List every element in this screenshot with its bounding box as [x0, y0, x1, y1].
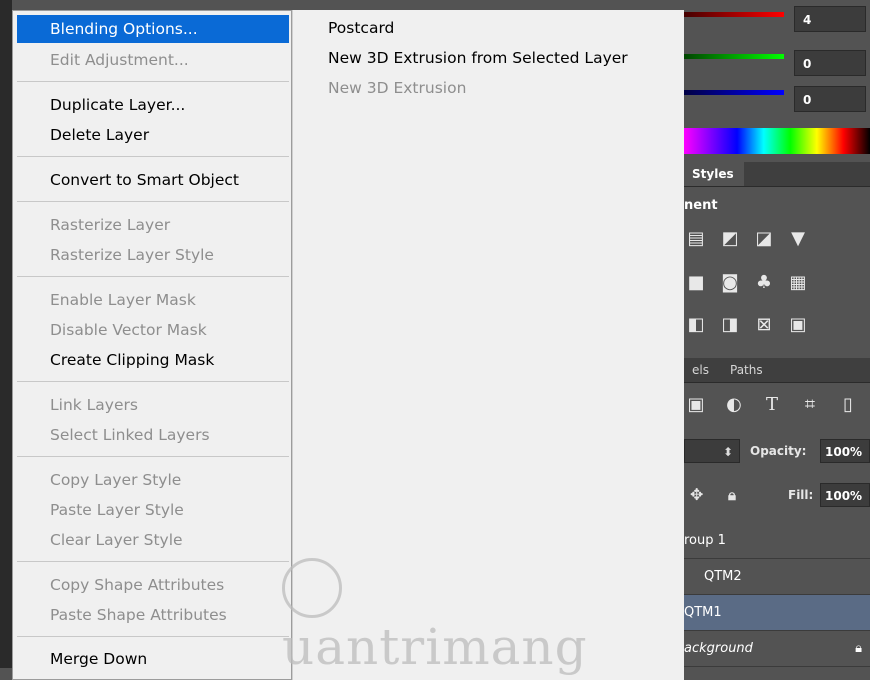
- layer-row-group-1[interactable]: roup 1: [684, 523, 870, 559]
- blend-mode-dropdown[interactable]: ⬍: [684, 439, 740, 463]
- color-lookup-icon[interactable]: ▦: [786, 272, 810, 294]
- menu-separator: [17, 456, 289, 457]
- layer-row-background[interactable]: ackground 🔒︎: [684, 631, 870, 667]
- menu-separator: [17, 276, 289, 277]
- fill-row: ✥ 🔒︎ Fill: 100%: [684, 481, 870, 509]
- adjustment-filter-icon[interactable]: ◐: [722, 394, 746, 416]
- adjustment-icons-row-2: ■ ◙ ♣ ▦: [684, 272, 810, 296]
- watermark: uantrimang: [282, 555, 622, 676]
- layer-filter-icons: ▣ ◐ T ⌗ ▯: [684, 394, 860, 418]
- layer-name: QTM1: [684, 605, 722, 620]
- layer-name: ackground: [684, 641, 753, 656]
- move-lock-icon[interactable]: ✥: [690, 481, 703, 509]
- menu-item-enable-layer-mask[interactable]: Enable Layer Mask: [17, 286, 289, 314]
- smart-object-filter-icon[interactable]: ▯: [836, 394, 860, 416]
- layer-row-qtm1[interactable]: QTM1: [684, 595, 870, 631]
- lightbulb-logo-icon: [282, 558, 342, 618]
- menu-item-merge-down[interactable]: Merge Down: [17, 645, 289, 673]
- lock-icon: 🔒︎: [855, 641, 862, 656]
- gradient-map-icon[interactable]: ▣: [786, 314, 810, 336]
- photo-filter-icon[interactable]: ◙: [718, 272, 742, 294]
- invert-icon[interactable]: ◧: [684, 314, 708, 336]
- menu-item-convert-smart-object[interactable]: Convert to Smart Object: [17, 166, 289, 194]
- menu-item-copy-shape-attributes[interactable]: Copy Shape Attributes: [17, 571, 289, 599]
- menu-item-disable-vector-mask[interactable]: Disable Vector Mask: [17, 316, 289, 344]
- red-slider-row: 4: [684, 0, 870, 32]
- layer-row-qtm2[interactable]: QTM2: [684, 559, 870, 595]
- opacity-row: ⬍ Opacity: 100%: [684, 437, 870, 465]
- menu-item-rasterize-layer[interactable]: Rasterize Layer: [17, 211, 289, 239]
- menu-item-paste-shape-attributes[interactable]: Paste Shape Attributes: [17, 601, 289, 629]
- exposure-icon[interactable]: ◪: [752, 228, 776, 250]
- green-slider-row: 0: [684, 40, 870, 76]
- green-value-field[interactable]: 0: [794, 50, 866, 76]
- watermark-text: uantrimang: [282, 618, 588, 676]
- menu-separator: [17, 561, 289, 562]
- channel-mixer-icon[interactable]: ♣: [752, 272, 776, 294]
- shape-filter-icon[interactable]: ⌗: [798, 394, 822, 416]
- type-filter-icon[interactable]: T: [760, 394, 784, 416]
- layer-context-menu: Blending Options... Edit Adjustment... D…: [12, 10, 292, 680]
- menu-item-postcard[interactable]: Postcard: [293, 14, 685, 42]
- posterize-icon[interactable]: ◨: [718, 314, 742, 336]
- color-balance-icon[interactable]: ■: [684, 272, 708, 294]
- threshold-icon[interactable]: ⊠: [752, 314, 776, 336]
- adjustment-icons-row-3: ◧ ◨ ⊠ ▣: [684, 314, 810, 338]
- curves-icon[interactable]: ◩: [718, 228, 742, 250]
- blue-slider[interactable]: [684, 90, 784, 95]
- opacity-label: Opacity:: [750, 444, 807, 458]
- menu-item-create-clipping-mask[interactable]: Create Clipping Mask: [17, 346, 289, 374]
- opacity-field[interactable]: 100%: [820, 439, 870, 463]
- tab-styles[interactable]: Styles: [684, 162, 744, 186]
- adjustments-title: nent: [684, 198, 718, 213]
- menu-separator: [17, 81, 289, 82]
- menu-item-new-3d-extrusion-selected[interactable]: New 3D Extrusion from Selected Layer: [293, 44, 685, 72]
- menu-item-new-3d-extrusion[interactable]: New 3D Extrusion: [293, 74, 685, 102]
- menu-item-paste-layer-style[interactable]: Paste Layer Style: [17, 496, 289, 524]
- fill-field[interactable]: 100%: [820, 483, 870, 507]
- menu-item-rasterize-layer-style[interactable]: Rasterize Layer Style: [17, 241, 289, 269]
- layer-name: QTM2: [704, 569, 742, 584]
- triangle-down-icon[interactable]: ▼: [786, 228, 810, 250]
- menu-item-link-layers[interactable]: Link Layers: [17, 391, 289, 419]
- adjustment-icons-row-1: ▤ ◩ ◪ ▼: [684, 228, 810, 252]
- menu-item-duplicate-layer[interactable]: Duplicate Layer...: [17, 91, 289, 119]
- red-value-field[interactable]: 4: [794, 6, 866, 32]
- layer-name: roup 1: [684, 533, 726, 548]
- layers-tab-bar: els Paths: [684, 358, 870, 383]
- red-slider[interactable]: [684, 12, 784, 17]
- menu-item-delete-layer[interactable]: Delete Layer: [17, 121, 289, 149]
- menu-item-clear-layer-style[interactable]: Clear Layer Style: [17, 526, 289, 554]
- menu-separator: [17, 381, 289, 382]
- levels-icon[interactable]: ▤: [684, 228, 708, 250]
- menu-item-blending-options[interactable]: Blending Options...: [17, 15, 289, 43]
- menu-separator: [17, 156, 289, 157]
- fill-label: Fill:: [788, 488, 814, 502]
- menu-item-select-linked-layers[interactable]: Select Linked Layers: [17, 421, 289, 449]
- lock-all-icon[interactable]: 🔒︎: [728, 481, 736, 509]
- tab-paths[interactable]: Paths: [722, 358, 778, 382]
- menu-separator: [17, 636, 289, 637]
- styles-tab-bar: Styles: [684, 162, 870, 187]
- blue-slider-row: 0: [684, 80, 870, 112]
- color-spectrum[interactable]: [684, 128, 870, 154]
- menu-item-copy-layer-style[interactable]: Copy Layer Style: [17, 466, 289, 494]
- blue-value-field[interactable]: 0: [794, 86, 866, 112]
- image-filter-icon[interactable]: ▣: [684, 394, 708, 416]
- green-slider[interactable]: [684, 54, 784, 59]
- menu-separator: [17, 201, 289, 202]
- photoshop-panels: 4 0 0 Styles nent ▤ ◩ ◪ ▼ ■ ◙ ♣ ▦ ◧ ◨ ⊠ …: [684, 0, 870, 668]
- left-edge: [0, 0, 12, 668]
- menu-item-edit-adjustment[interactable]: Edit Adjustment...: [17, 46, 289, 74]
- tab-channels[interactable]: els: [684, 358, 716, 382]
